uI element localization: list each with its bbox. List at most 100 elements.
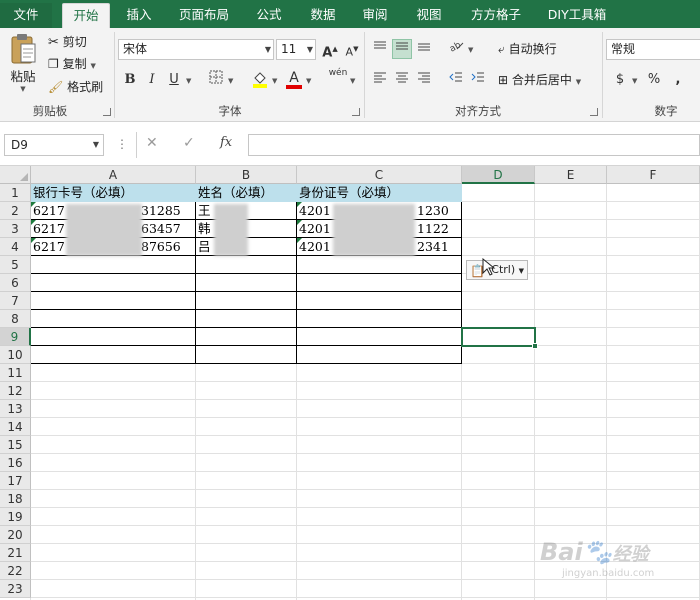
paste-button[interactable]: 粘贴 ▼ — [4, 32, 42, 94]
row-header-6[interactable]: 6 — [0, 274, 31, 292]
borders-button[interactable] — [206, 70, 226, 90]
cell-a1[interactable]: 银行卡号（必填） — [31, 184, 196, 202]
tab-page-layout[interactable]: 页面布局 — [170, 3, 238, 28]
number-format-value: 常规 — [611, 42, 636, 56]
formula-input[interactable] — [248, 134, 700, 156]
row-header-19[interactable]: 19 — [0, 508, 31, 526]
enter-icon[interactable]: ✓ — [183, 135, 195, 151]
row-header-10[interactable]: 10 — [0, 346, 31, 364]
row-header-14[interactable]: 14 — [0, 418, 31, 436]
decrease-indent-icon[interactable] — [446, 70, 466, 90]
insert-function-icon[interactable]: fx — [220, 135, 232, 150]
align-right-icon[interactable] — [414, 70, 434, 90]
font-name-select[interactable]: 宋体 ▼ — [118, 39, 274, 60]
row-header-13[interactable]: 13 — [0, 400, 31, 418]
column-header-c[interactable]: C — [297, 166, 462, 184]
wrap-text-button[interactable]: ⤶ 自动换行 — [498, 39, 557, 59]
chevron-down-icon: ▼ — [518, 267, 525, 275]
alignment-dialog-launcher[interactable] — [590, 108, 598, 116]
align-left-icon[interactable] — [370, 70, 390, 90]
tab-file[interactable]: 文件 — [0, 3, 52, 28]
fill-handle[interactable] — [532, 343, 538, 349]
column-header-d[interactable]: D — [462, 166, 535, 184]
copy-button[interactable]: ❐ 复制 ▼ — [48, 54, 96, 74]
comma-style-icon[interactable]: , — [668, 70, 688, 90]
format-painter-button[interactable]: 🖌 格式刷 — [48, 77, 103, 97]
row-header-5[interactable]: 5 — [0, 256, 31, 274]
error-indicator — [297, 202, 302, 207]
increase-indent-icon[interactable] — [468, 70, 488, 90]
tab-home[interactable]: 开始 — [62, 3, 110, 28]
row-header-7[interactable]: 7 — [0, 292, 31, 310]
fill-color-button[interactable] — [250, 70, 270, 90]
cut-button[interactable]: ✂ 剪切 — [48, 32, 87, 52]
chevron-down-icon[interactable]: ▼ — [306, 77, 311, 85]
italic-button[interactable]: I — [142, 70, 162, 90]
clipboard-group-label: 剪贴板 — [32, 104, 68, 118]
column-header-f[interactable]: F — [607, 166, 700, 184]
align-top-icon[interactable] — [370, 39, 390, 59]
chevron-down-icon[interactable]: ▼ — [632, 77, 637, 85]
decrease-font-size-icon[interactable]: A▼ — [342, 39, 362, 59]
align-middle-icon[interactable] — [392, 39, 412, 59]
select-all-corner[interactable] — [0, 166, 31, 184]
more-options-icon[interactable]: ⋮ — [116, 137, 128, 151]
row-header-11[interactable]: 11 — [0, 364, 31, 382]
column-header-e[interactable]: E — [535, 166, 607, 184]
row-header-18[interactable]: 18 — [0, 490, 31, 508]
font-dialog-launcher[interactable] — [352, 108, 360, 116]
selected-cell-d9[interactable] — [461, 327, 536, 347]
chevron-down-icon[interactable]: ▼ — [228, 77, 233, 85]
font-color-button[interactable]: A — [284, 68, 304, 90]
row-header-9[interactable]: 9 — [0, 328, 31, 346]
row-header-12[interactable]: 12 — [0, 382, 31, 400]
chevron-down-icon[interactable]: ▼ — [350, 77, 355, 85]
tab-review[interactable]: 审阅 — [352, 3, 398, 28]
row-header-21[interactable]: 21 — [0, 544, 31, 562]
cell-c1[interactable]: 身份证号（必填） — [297, 184, 462, 202]
number-group-label: 数字 — [654, 104, 678, 118]
row-header-15[interactable]: 15 — [0, 436, 31, 454]
currency-format-icon[interactable]: $ — [610, 70, 630, 90]
column-header-b[interactable]: B — [196, 166, 297, 184]
row-header-2[interactable]: 2 — [0, 202, 31, 220]
percent-format-icon[interactable]: % — [644, 70, 664, 90]
number-format-select[interactable]: 常规 — [606, 39, 700, 60]
cancel-icon[interactable]: ✕ — [146, 135, 158, 151]
increase-font-size-icon[interactable]: A▲ — [320, 39, 340, 60]
row-header-1[interactable]: 1 — [0, 184, 31, 202]
worksheet-grid[interactable]: A B C D E F 1 2 3 4 5 6 7 8 9 10 11 12 13 14 15 16 17 18 1… — [0, 166, 700, 600]
tab-fangfang[interactable]: 方方格子 — [460, 3, 532, 28]
tab-diy-toolbox[interactable]: DIY工具箱 — [538, 3, 616, 28]
tab-formulas[interactable]: 公式 — [246, 3, 292, 28]
tab-data[interactable]: 数据 — [300, 3, 346, 28]
row-header-23[interactable]: 23 — [0, 580, 31, 598]
phonetic-guide-button[interactable]: wén — [328, 68, 348, 88]
align-bottom-icon[interactable] — [414, 39, 434, 59]
chevron-down-icon[interactable]: ▼ — [468, 46, 473, 54]
row-header-20[interactable]: 20 — [0, 526, 31, 544]
tab-view[interactable]: 视图 — [406, 3, 452, 28]
bold-button[interactable]: B — [120, 70, 140, 90]
cell-b1[interactable]: 姓名（必填） — [196, 184, 297, 202]
orientation-icon[interactable]: ab — [446, 39, 466, 59]
font-size-select[interactable]: 11 ▼ — [276, 39, 316, 60]
row-header-16[interactable]: 16 — [0, 454, 31, 472]
row-header-3[interactable]: 3 — [0, 220, 31, 238]
underline-button[interactable]: U — [164, 70, 184, 90]
chevron-down-icon[interactable]: ▼ — [186, 77, 191, 85]
merge-center-label: 合并后居中 — [511, 73, 572, 87]
chevron-down-icon[interactable]: ▼ — [272, 77, 277, 85]
tab-insert[interactable]: 插入 — [114, 3, 164, 28]
paint-bucket-icon — [253, 72, 267, 88]
clipboard-dialog-launcher[interactable] — [103, 108, 111, 116]
merge-center-button[interactable]: ⊞ 合并后居中 ▼ — [498, 70, 581, 90]
paste-options-button[interactable]: 📋 (Ctrl) ▼ — [466, 260, 528, 280]
row-header-17[interactable]: 17 — [0, 472, 31, 490]
column-header-a[interactable]: A — [31, 166, 196, 184]
row-header-4[interactable]: 4 — [0, 238, 31, 256]
name-box[interactable]: D9 ▼ — [4, 134, 104, 156]
align-center-icon[interactable] — [392, 70, 412, 90]
row-header-8[interactable]: 8 — [0, 310, 31, 328]
row-header-22[interactable]: 22 — [0, 562, 31, 580]
